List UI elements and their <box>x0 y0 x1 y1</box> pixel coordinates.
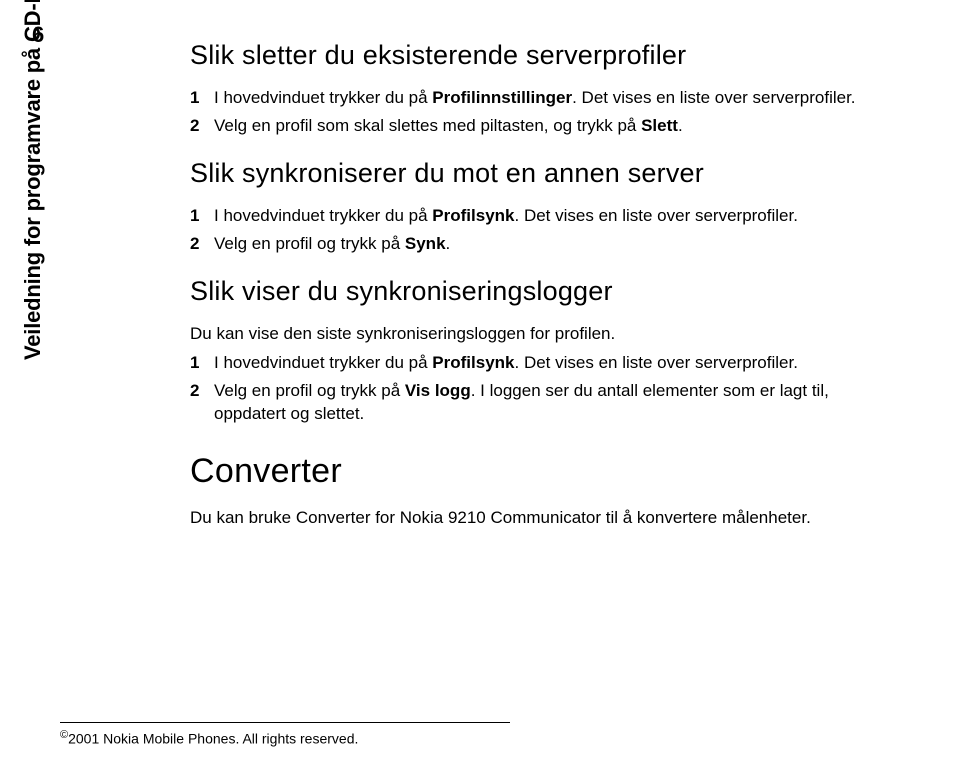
section-heading-sync-server: Slik synkroniserer du mot en annen serve… <box>190 158 860 189</box>
footer-text: 2001 Nokia Mobile Phones. All rights res… <box>68 731 358 747</box>
converter-body: Du kan bruke Converter for Nokia 9210 Co… <box>190 507 860 530</box>
main-content: Slik sletter du eksisterende serverprofi… <box>190 40 860 530</box>
list-item: 2 Velg en profil og trykk på Synk. <box>190 233 860 256</box>
step-text: I hovedvinduet trykker du på Profilinnst… <box>214 87 860 110</box>
list-item: 1 I hovedvinduet trykker du på Profilsyn… <box>190 352 860 375</box>
sync-logs-intro: Du kan vise den siste synkroniseringslog… <box>190 323 860 346</box>
page-footer: ©2001 Nokia Mobile Phones. All rights re… <box>60 722 510 747</box>
document-page: 6 Veiledning for programvare på CD-ROM S… <box>0 0 960 777</box>
copyright-symbol: © <box>60 729 68 741</box>
section-heading-sync-logs: Slik viser du synkroniseringslogger <box>190 276 860 307</box>
step-text: Velg en profil og trykk på Synk. <box>214 233 860 256</box>
section-heading-converter: Converter <box>190 452 860 491</box>
steps-sync-logs: 1 I hovedvinduet trykker du på Profilsyn… <box>190 352 860 426</box>
list-item: 1 I hovedvinduet trykker du på Profilinn… <box>190 87 860 110</box>
steps-sync-server: 1 I hovedvinduet trykker du på Profilsyn… <box>190 205 860 256</box>
step-number: 1 <box>190 205 214 228</box>
step-number: 1 <box>190 87 214 110</box>
steps-delete-profiles: 1 I hovedvinduet trykker du på Profilinn… <box>190 87 860 138</box>
list-item: 2 Velg en profil og trykk på Vis logg. I… <box>190 380 860 426</box>
step-number: 2 <box>190 380 214 403</box>
step-text: I hovedvinduet trykker du på Profilsynk.… <box>214 352 860 375</box>
sidebar-vertical-label: Veiledning for programvare på CD-ROM <box>20 0 46 360</box>
list-item: 2 Velg en profil som skal slettes med pi… <box>190 115 860 138</box>
step-text: Velg en profil som skal slettes med pilt… <box>214 115 860 138</box>
section-heading-delete-profiles: Slik sletter du eksisterende serverprofi… <box>190 40 860 71</box>
step-number: 1 <box>190 352 214 375</box>
step-number: 2 <box>190 233 214 256</box>
step-number: 2 <box>190 115 214 138</box>
step-text: Velg en profil og trykk på Vis logg. I l… <box>214 380 860 426</box>
step-text: I hovedvinduet trykker du på Profilsynk.… <box>214 205 860 228</box>
list-item: 1 I hovedvinduet trykker du på Profilsyn… <box>190 205 860 228</box>
